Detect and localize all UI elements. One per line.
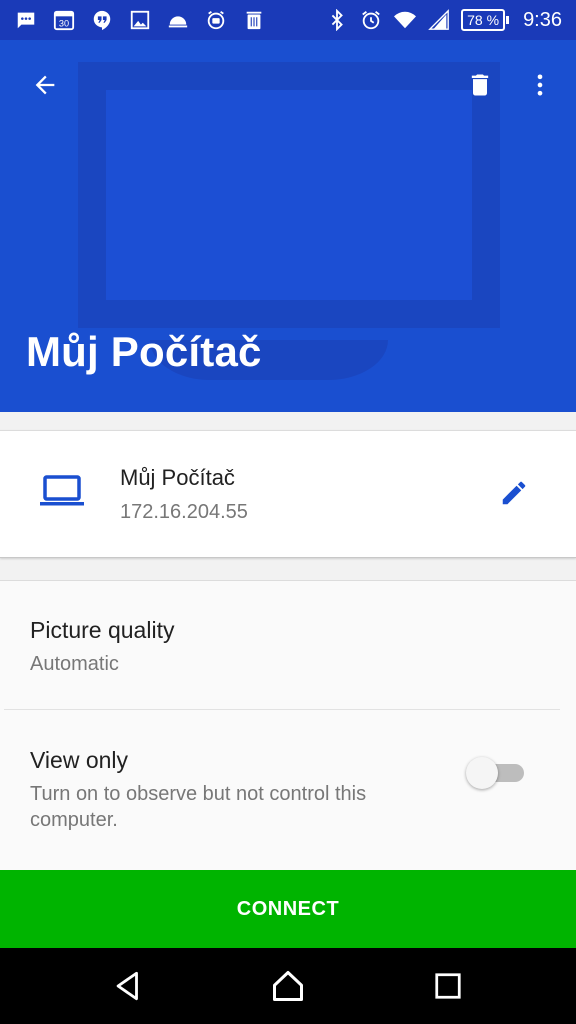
view-only-description: Turn on to observe but not control this …: [30, 783, 367, 831]
edit-host-button[interactable]: [488, 467, 540, 519]
view-only-toggle[interactable]: [466, 755, 526, 791]
status-bar: 30 78 % 9:36: [0, 0, 576, 40]
hangouts-icon: [90, 8, 114, 32]
back-arrow-icon: [35, 75, 55, 95]
page-title: Můj Počítač: [26, 328, 262, 375]
navigation-bar: [0, 948, 576, 1024]
host-address: 172.16.204.55: [120, 501, 248, 523]
more-vert-icon: [537, 74, 543, 96]
pencil-icon: [502, 481, 526, 505]
calendar-icon: 30: [52, 8, 76, 32]
picture-quality-setting[interactable]: Picture quality Automatic: [0, 581, 576, 709]
monitor-screen-illustration: [106, 90, 472, 300]
picture-quality-title: Picture quality: [30, 617, 175, 643]
alarm-icon: [359, 8, 383, 32]
message-icon: [14, 8, 38, 32]
toggle-thumb: [466, 757, 498, 789]
battery-level: 78 %: [461, 9, 506, 31]
host-card: Můj Počítač 172.16.204.55: [0, 430, 576, 558]
clock: 9:36: [523, 8, 562, 31]
connect-button[interactable]: CONNECT: [0, 870, 576, 948]
signal-icon: [427, 8, 451, 32]
laptop-icon: [40, 475, 84, 506]
trash-app-icon: [242, 8, 266, 32]
host-header: Můj Počítač: [0, 40, 576, 412]
nav-back-icon: [116, 971, 138, 1001]
delete-icon: [471, 74, 489, 96]
nav-back-button[interactable]: [104, 962, 152, 1010]
remote-host-screen: 30 78 % 9:36 Můj Počítač Můj Počítač 172…: [0, 0, 576, 1024]
bluetooth-icon: [325, 8, 349, 32]
nav-recents-button[interactable]: [424, 962, 472, 1010]
view-only-title: View only: [30, 747, 129, 773]
back-button[interactable]: [21, 61, 69, 109]
wifi-icon: [393, 8, 417, 32]
more-options-button[interactable]: [516, 61, 564, 109]
delete-button[interactable]: [456, 61, 504, 109]
calendar-day: 30: [59, 18, 69, 28]
battery-icon: 78 %: [461, 9, 510, 31]
host-name: Můj Počítač: [120, 465, 235, 490]
nav-home-icon: [273, 971, 303, 1001]
divider: [4, 709, 560, 710]
nav-recents-icon: [435, 973, 461, 999]
picture-quality-value: Automatic: [30, 653, 119, 675]
image-icon: [128, 8, 152, 32]
settings-card: Picture quality Automatic View only Turn…: [0, 580, 576, 871]
nav-home-button[interactable]: [264, 962, 312, 1010]
view-only-setting[interactable]: View only Turn on to observe but not con…: [0, 711, 576, 871]
cloud-icon: [166, 8, 190, 32]
alarm-robot-icon: [204, 8, 228, 32]
